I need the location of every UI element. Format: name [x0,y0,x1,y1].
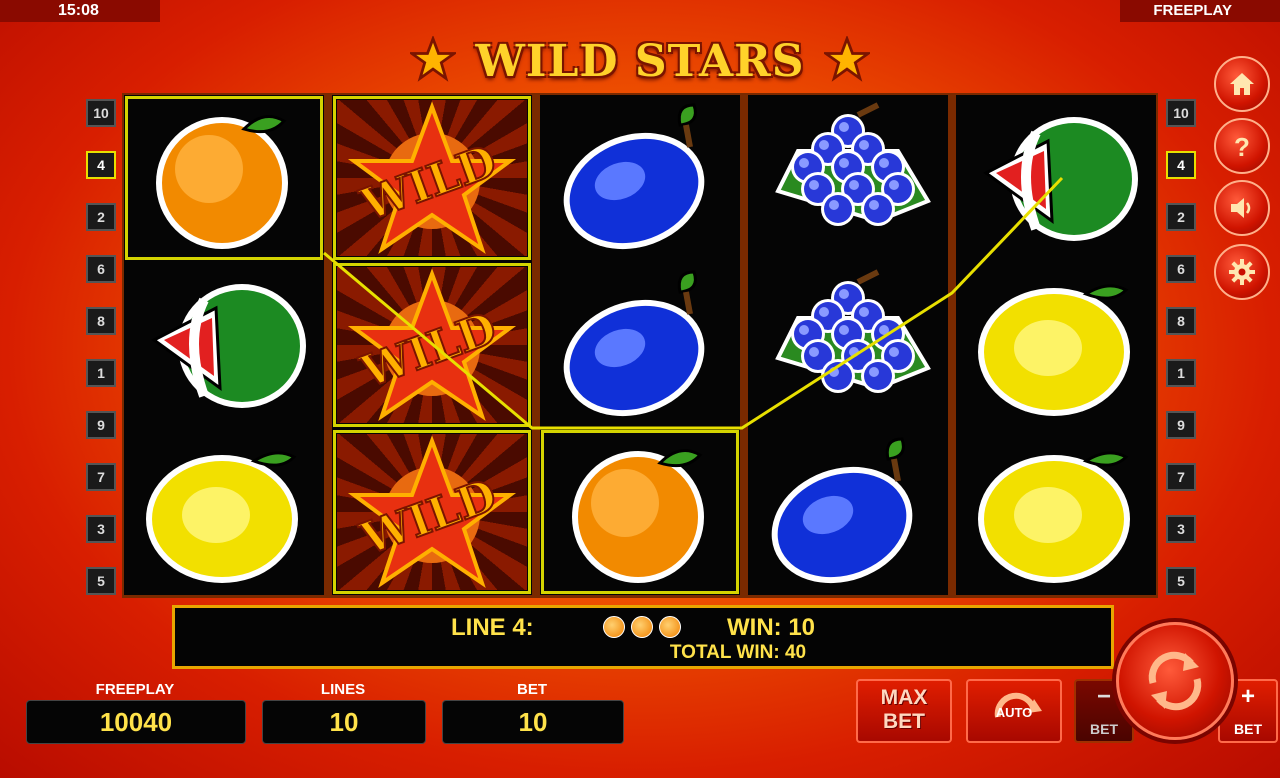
speaker-icon [1231,198,1251,218]
orange-icon [659,616,681,638]
reel-4 [748,95,948,595]
spin-button[interactable] [1116,622,1234,740]
payline-number[interactable]: 9 [86,411,116,439]
reel-2: WILD WILD WILD [332,95,532,595]
autoplay-button[interactable]: AUTO [966,679,1062,743]
payline-number[interactable]: 4 [86,151,116,179]
payline-number[interactable]: 3 [1166,515,1196,543]
wild-symbol: WILD [332,95,532,261]
payline-number[interactable]: 7 [1166,463,1196,491]
reel-3 [540,95,740,595]
bet-value: 10 [442,700,624,744]
payline-number[interactable]: 2 [1166,203,1196,231]
max-bet-button[interactable]: MAX BET [856,679,952,743]
lines-label: LINES [320,681,366,698]
clock: 15:08 [0,0,160,22]
line-win-label: WIN: 10 [727,614,816,641]
payline-number[interactable]: 6 [1166,255,1196,283]
plum-symbol [540,262,740,428]
lemon-symbol [956,429,1156,595]
payline-number[interactable]: 4 [1166,151,1196,179]
payline-number[interactable]: 10 [1166,99,1196,127]
sound-button[interactable] [1214,180,1270,236]
lines-value: 10 [262,700,426,744]
orange-icon [603,616,625,638]
plum-symbol [540,95,740,261]
svg-text:?: ? [1234,132,1250,160]
lemon-symbol [124,429,324,595]
settings-button[interactable] [1214,244,1270,300]
payline-number[interactable]: 1 [86,359,116,387]
help-icon: ? [1234,132,1250,160]
credits-label: FREEPLAY [95,681,175,698]
reel-5 [956,95,1156,595]
credits-value: 10040 [26,700,246,744]
max-bet-line2: BET [883,710,925,733]
mode-indicator: FREEPLAY [1120,0,1280,22]
orange-symbol [124,95,324,261]
lemon-symbol [956,262,1156,428]
watermelon-symbol [124,262,324,428]
bet-decrease-label: BET [1090,721,1118,737]
plum-symbol [748,429,948,595]
game-title: WILD STARS [475,36,805,87]
reel-grid: WILD WILD WILD [122,93,1158,598]
star-icon [824,36,870,82]
max-bet-line1: MAX [880,686,928,709]
grapes-symbol [748,262,948,428]
spin-icon [1148,651,1202,711]
payline-number[interactable]: 7 [86,463,116,491]
payline-number[interactable]: 5 [86,567,116,595]
winning-line-label: LINE 4: [451,614,534,641]
bet-increase-label: BET [1234,721,1262,737]
payline-number[interactable]: 8 [86,307,116,335]
win-info-panel: LINE 4: WIN: 10 TOTAL WIN: 40 [172,605,1114,669]
gear-icon [1229,259,1255,285]
winning-symbols [603,616,687,645]
orange-icon [631,616,653,638]
wild-symbol: WILD [332,429,532,595]
home-icon [1230,73,1254,95]
game-logo: WILD STARS [400,34,880,90]
grapes-symbol [748,95,948,261]
payline-number[interactable]: 6 [86,255,116,283]
payline-number[interactable]: 2 [86,203,116,231]
payline-number[interactable]: 1 [1166,359,1196,387]
home-button[interactable] [1214,56,1270,112]
bet-label: BET [517,681,547,698]
total-win-label: TOTAL WIN: 40 [669,642,807,663]
status-bar: 15:08 FREEPLAY [0,0,1280,22]
payline-number[interactable]: 3 [86,515,116,543]
payline-number[interactable]: 10 [86,99,116,127]
autoplay-label: AUTO [995,705,1033,720]
payline-number[interactable]: 5 [1166,567,1196,595]
watermelon-symbol [956,95,1156,261]
wild-symbol: WILD [332,262,532,428]
help-button[interactable]: ? [1214,118,1270,174]
orange-symbol [540,429,740,595]
payline-number[interactable]: 9 [1166,411,1196,439]
payline-number[interactable]: 8 [1166,307,1196,335]
reel-1 [124,95,324,595]
